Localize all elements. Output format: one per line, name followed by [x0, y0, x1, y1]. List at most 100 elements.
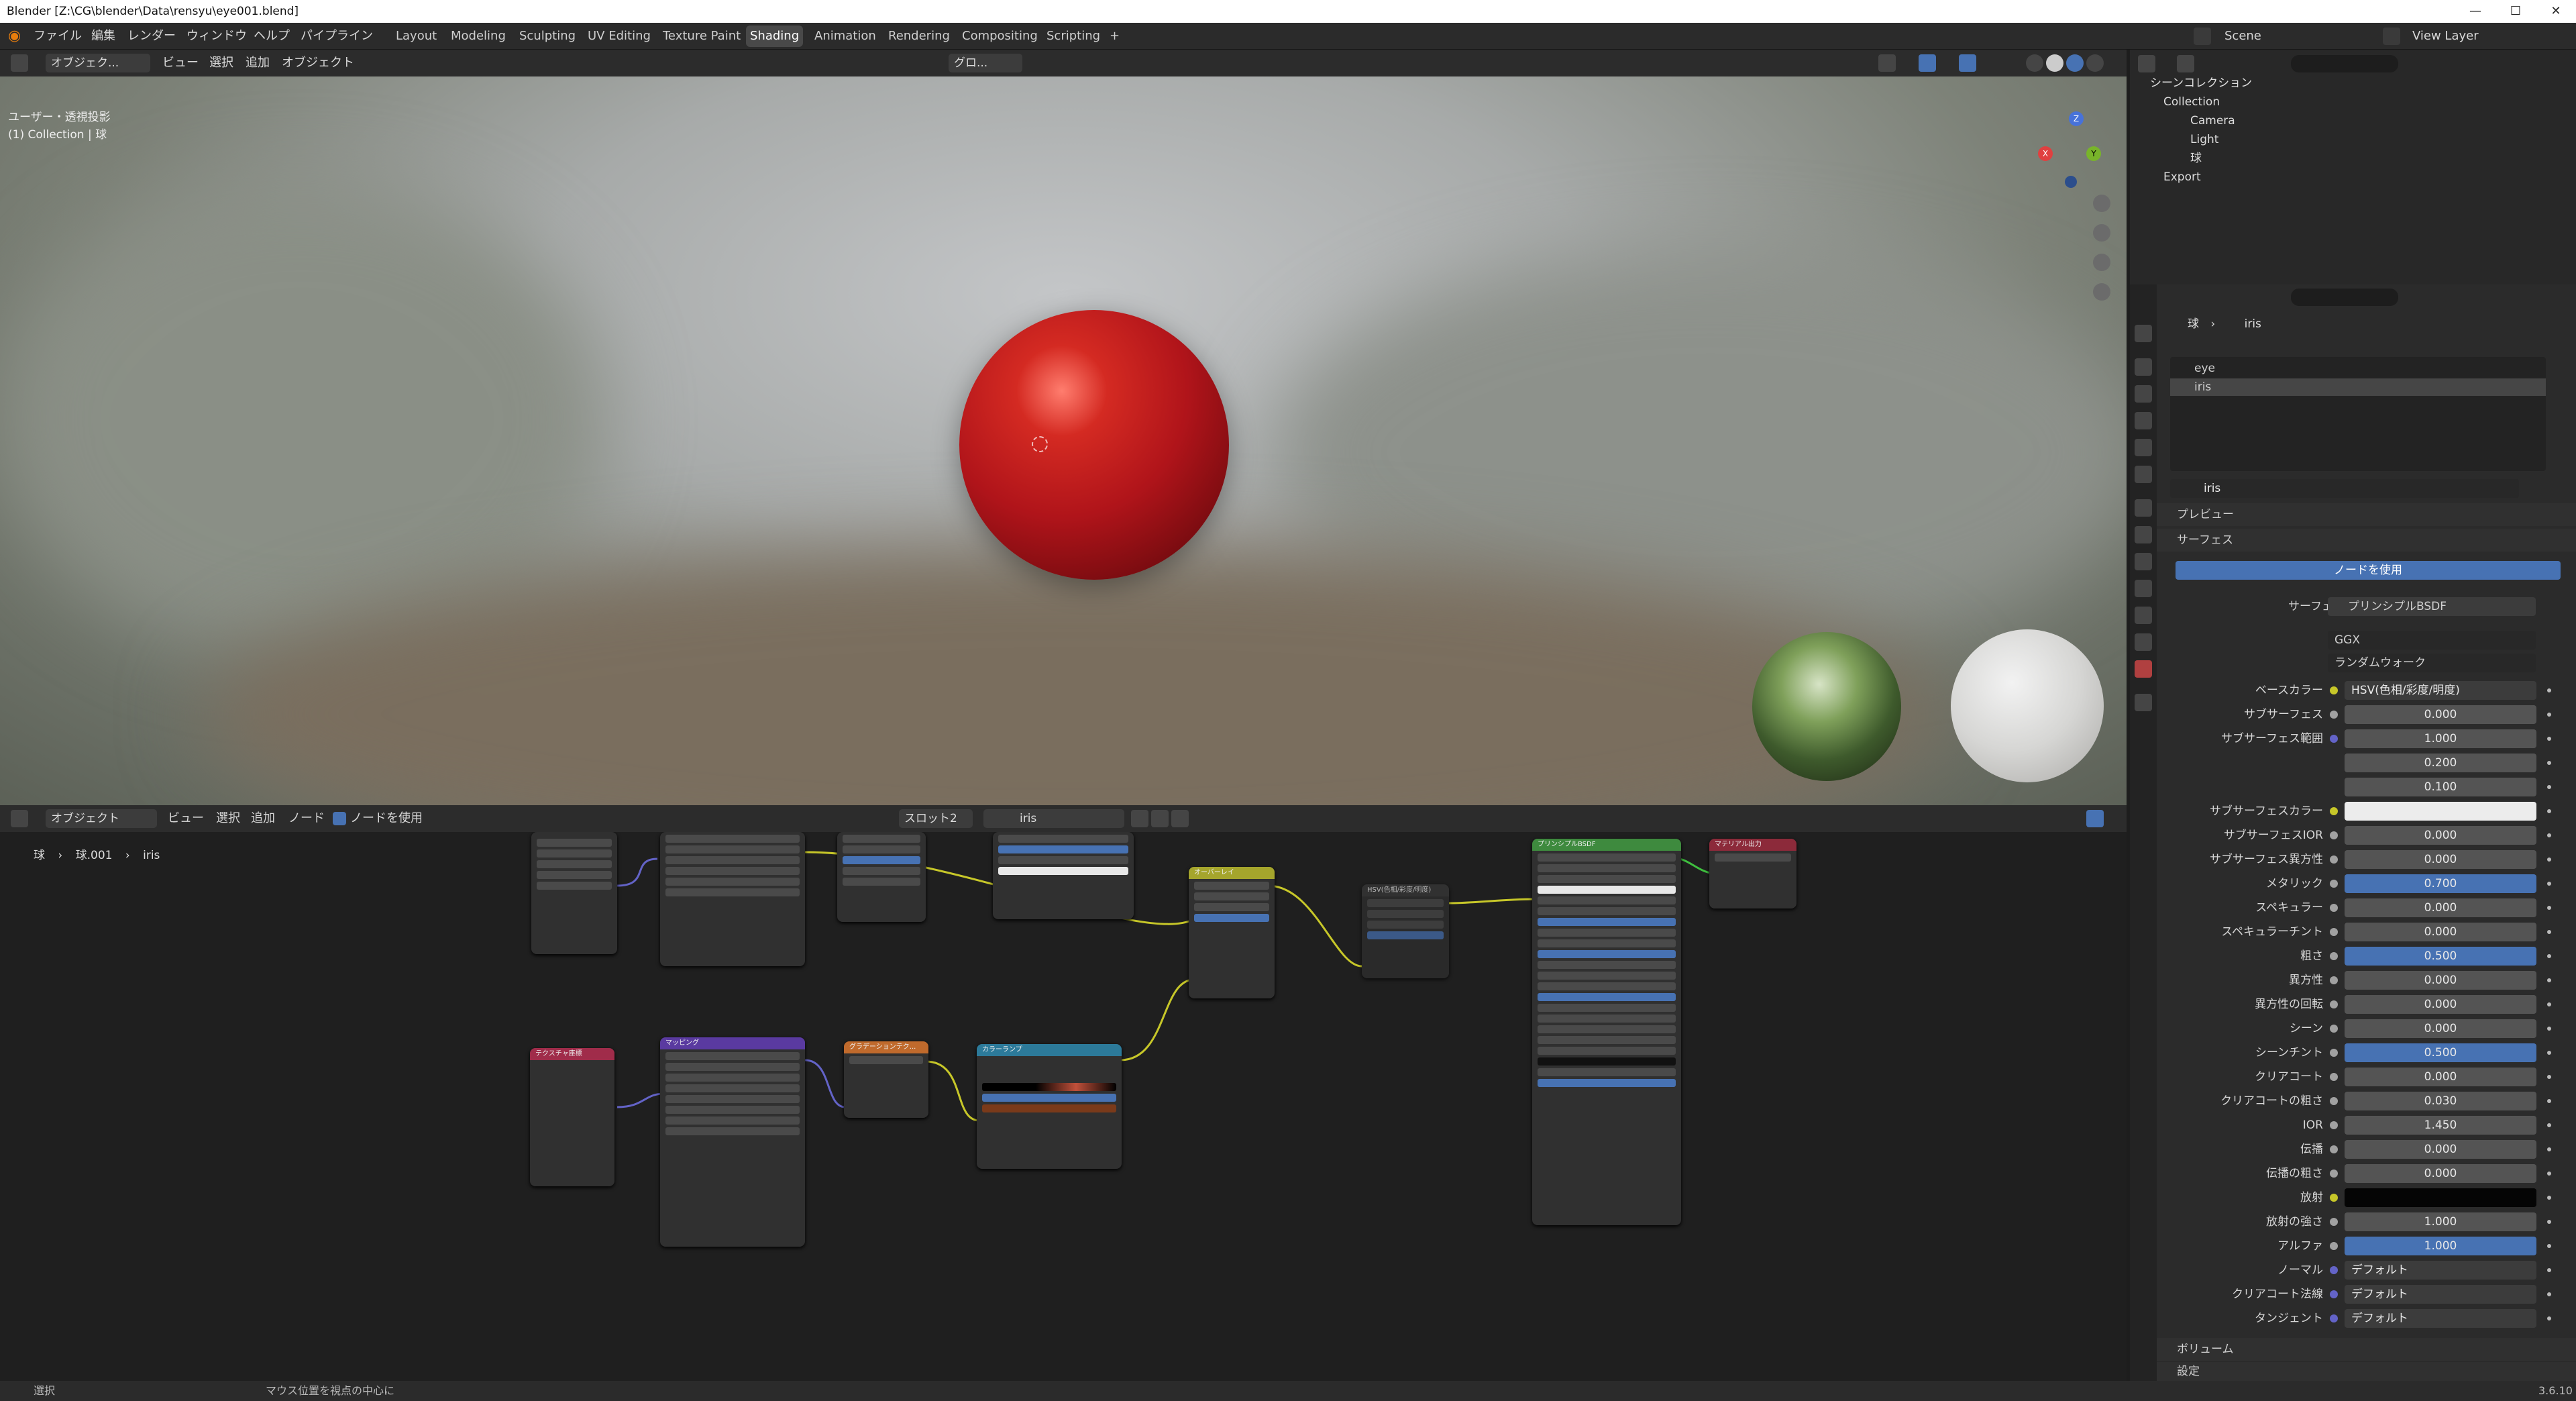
scene-name[interactable]: Scene — [2224, 23, 2261, 50]
tab-rendering[interactable]: Rendering — [884, 25, 954, 47]
socket-icon[interactable] — [2330, 735, 2338, 743]
node-editor[interactable]: 球 › 球.001 › iris オーバーレイ HSV(色相/彩度/明度) プリ… — [0, 832, 2127, 1381]
socket-icon[interactable] — [2330, 904, 2338, 912]
filter-icon[interactable] — [2515, 55, 2532, 72]
solid-shading-icon[interactable] — [2046, 54, 2063, 72]
navigation-gizmo[interactable]: Z X Y — [2038, 111, 2113, 188]
node-texcoord-top[interactable] — [531, 832, 617, 954]
x-axis-icon[interactable]: X — [2038, 146, 2053, 161]
close-button[interactable]: ✕ — [2536, 0, 2576, 23]
socket-icon[interactable] — [2330, 855, 2338, 864]
constraints-tab-icon[interactable] — [2135, 607, 2152, 624]
output-tab-icon[interactable] — [2135, 385, 2152, 403]
socket-icon[interactable] — [2330, 711, 2338, 719]
menu-file[interactable]: ファイル — [34, 23, 82, 50]
view-layer-icon[interactable] — [2383, 28, 2400, 45]
blender-logo-icon[interactable]: ◉ — [8, 23, 21, 50]
socket-icon[interactable] — [2330, 1145, 2338, 1153]
socket-icon[interactable] — [2330, 1242, 2338, 1250]
visibility-icon[interactable] — [1878, 54, 1896, 72]
node-menu-view[interactable]: ビュー — [168, 805, 204, 832]
prop-value-field[interactable]: 0.500 — [2345, 1043, 2536, 1062]
scene-icon[interactable] — [2194, 28, 2211, 45]
overlay-icon[interactable] — [1959, 54, 1976, 72]
socket-icon[interactable] — [2330, 976, 2338, 984]
socket-icon[interactable] — [2330, 1121, 2338, 1129]
display-mode-icon[interactable] — [2177, 55, 2194, 72]
prop-value-field[interactable]: 0.000 — [2345, 1068, 2536, 1086]
outliner-item-camera[interactable]: Camera — [2190, 111, 2235, 130]
menu-object[interactable]: オブジェクト — [282, 50, 354, 76]
node-editor-type-icon[interactable] — [11, 810, 28, 827]
node-menu-node[interactable]: ノード — [288, 805, 325, 832]
socket-icon[interactable] — [2330, 1194, 2338, 1202]
transform-orientation[interactable]: グロ... — [949, 54, 1022, 72]
panel-volume-header[interactable]: ボリューム — [2157, 1338, 2576, 1361]
panel-preview-header[interactable]: プレビュー — [2157, 503, 2576, 526]
tab-texture-paint[interactable]: Texture Paint — [659, 25, 745, 47]
material-slot-iris[interactable]: iris — [2170, 378, 2546, 396]
tab-modeling[interactable]: Modeling — [447, 25, 510, 47]
prop-value-field[interactable]: 0.000 — [2345, 923, 2536, 941]
editor-type-icon[interactable] — [11, 54, 28, 72]
socket-icon[interactable] — [2330, 1290, 2338, 1298]
node-menu-add[interactable]: 追加 — [251, 805, 275, 832]
node-overlay[interactable]: オーバーレイ — [1189, 867, 1275, 998]
outliner-item-sphere[interactable]: 球 — [2190, 149, 2202, 168]
keyframe-dot-icon[interactable] — [2547, 713, 2551, 717]
node-mapping[interactable]: マッピング — [660, 1037, 805, 1247]
prop-value-field[interactable]: 0.000 — [2345, 1140, 2536, 1159]
prop-value-field[interactable]: 1.000 — [2345, 729, 2536, 748]
socket-icon[interactable] — [2330, 1073, 2338, 1081]
keyframe-dot-icon[interactable] — [2547, 1196, 2551, 1200]
modifier-tab-icon[interactable] — [2135, 526, 2152, 543]
keyframe-dot-icon[interactable] — [2547, 1027, 2551, 1031]
tab-shading[interactable]: Shading — [746, 25, 804, 47]
prop-value-field[interactable]: デフォルト — [2345, 1261, 2536, 1280]
zoom-icon[interactable] — [2093, 195, 2110, 212]
object-tab-icon[interactable] — [2135, 499, 2152, 517]
pan-hand-icon[interactable] — [2093, 224, 2110, 242]
prop-value-field[interactable]: 1.450 — [2345, 1116, 2536, 1135]
minimize-button[interactable]: — — [2455, 0, 2496, 23]
keyframe-dot-icon[interactable] — [2547, 809, 2551, 813]
prop-value-field[interactable]: 0.700 — [2345, 874, 2536, 893]
menu-view[interactable]: ビュー — [162, 50, 199, 76]
panel-surface-header[interactable]: サーフェス — [2157, 529, 2576, 552]
keyframe-dot-icon[interactable] — [2547, 1244, 2551, 1248]
keyframe-dot-icon[interactable] — [2547, 882, 2551, 886]
keyframe-dot-icon[interactable] — [2547, 833, 2551, 837]
rendered-shading-icon[interactable] — [2086, 54, 2104, 72]
prop-value-field[interactable]: 0.000 — [2345, 1019, 2536, 1038]
keyframe-dot-icon[interactable] — [2547, 1292, 2551, 1296]
outliner-search-input[interactable] — [2291, 55, 2398, 72]
physics-tab-icon[interactable] — [2135, 580, 2152, 597]
node-menu-select[interactable]: 選択 — [216, 805, 240, 832]
keyframe-dot-icon[interactable] — [2547, 688, 2551, 692]
node-material-output[interactable]: マテリアル出力 — [1709, 839, 1796, 909]
outliner-item-export[interactable]: Export — [2163, 168, 2201, 187]
socket-icon[interactable] — [2330, 1314, 2338, 1322]
tab-animation[interactable]: Animation — [810, 25, 880, 47]
tab-layout[interactable]: Layout — [392, 25, 441, 47]
socket-icon[interactable] — [2330, 807, 2338, 815]
prop-value-field[interactable] — [2345, 802, 2536, 821]
node-colorramp-top[interactable] — [993, 832, 1134, 919]
prop-value-field[interactable] — [2345, 1188, 2536, 1207]
node-hsv[interactable]: HSV(色相/彩度/明度) — [1362, 884, 1449, 978]
keyframe-dot-icon[interactable] — [2547, 906, 2551, 910]
menu-help[interactable]: ヘルプ — [254, 23, 290, 50]
keyframe-dot-icon[interactable] — [2547, 858, 2551, 862]
keyframe-dot-icon[interactable] — [2547, 1316, 2551, 1320]
node-principled-bsdf[interactable]: プリンシプルBSDF — [1532, 839, 1681, 1225]
tool-tab-icon[interactable] — [2135, 325, 2152, 342]
use-nodes-button[interactable]: ノードを使用 — [2176, 561, 2561, 580]
keyframe-dot-icon[interactable] — [2547, 1099, 2551, 1103]
gizmo-icon[interactable] — [1919, 54, 1936, 72]
socket-icon[interactable] — [2330, 686, 2338, 694]
keyframe-dot-icon[interactable] — [2547, 978, 2551, 982]
neg-z-axis-icon[interactable] — [2065, 176, 2077, 188]
node-noise-texture[interactable] — [837, 832, 926, 922]
socket-icon[interactable] — [2330, 928, 2338, 936]
view-layer-name[interactable]: View Layer — [2412, 23, 2479, 50]
